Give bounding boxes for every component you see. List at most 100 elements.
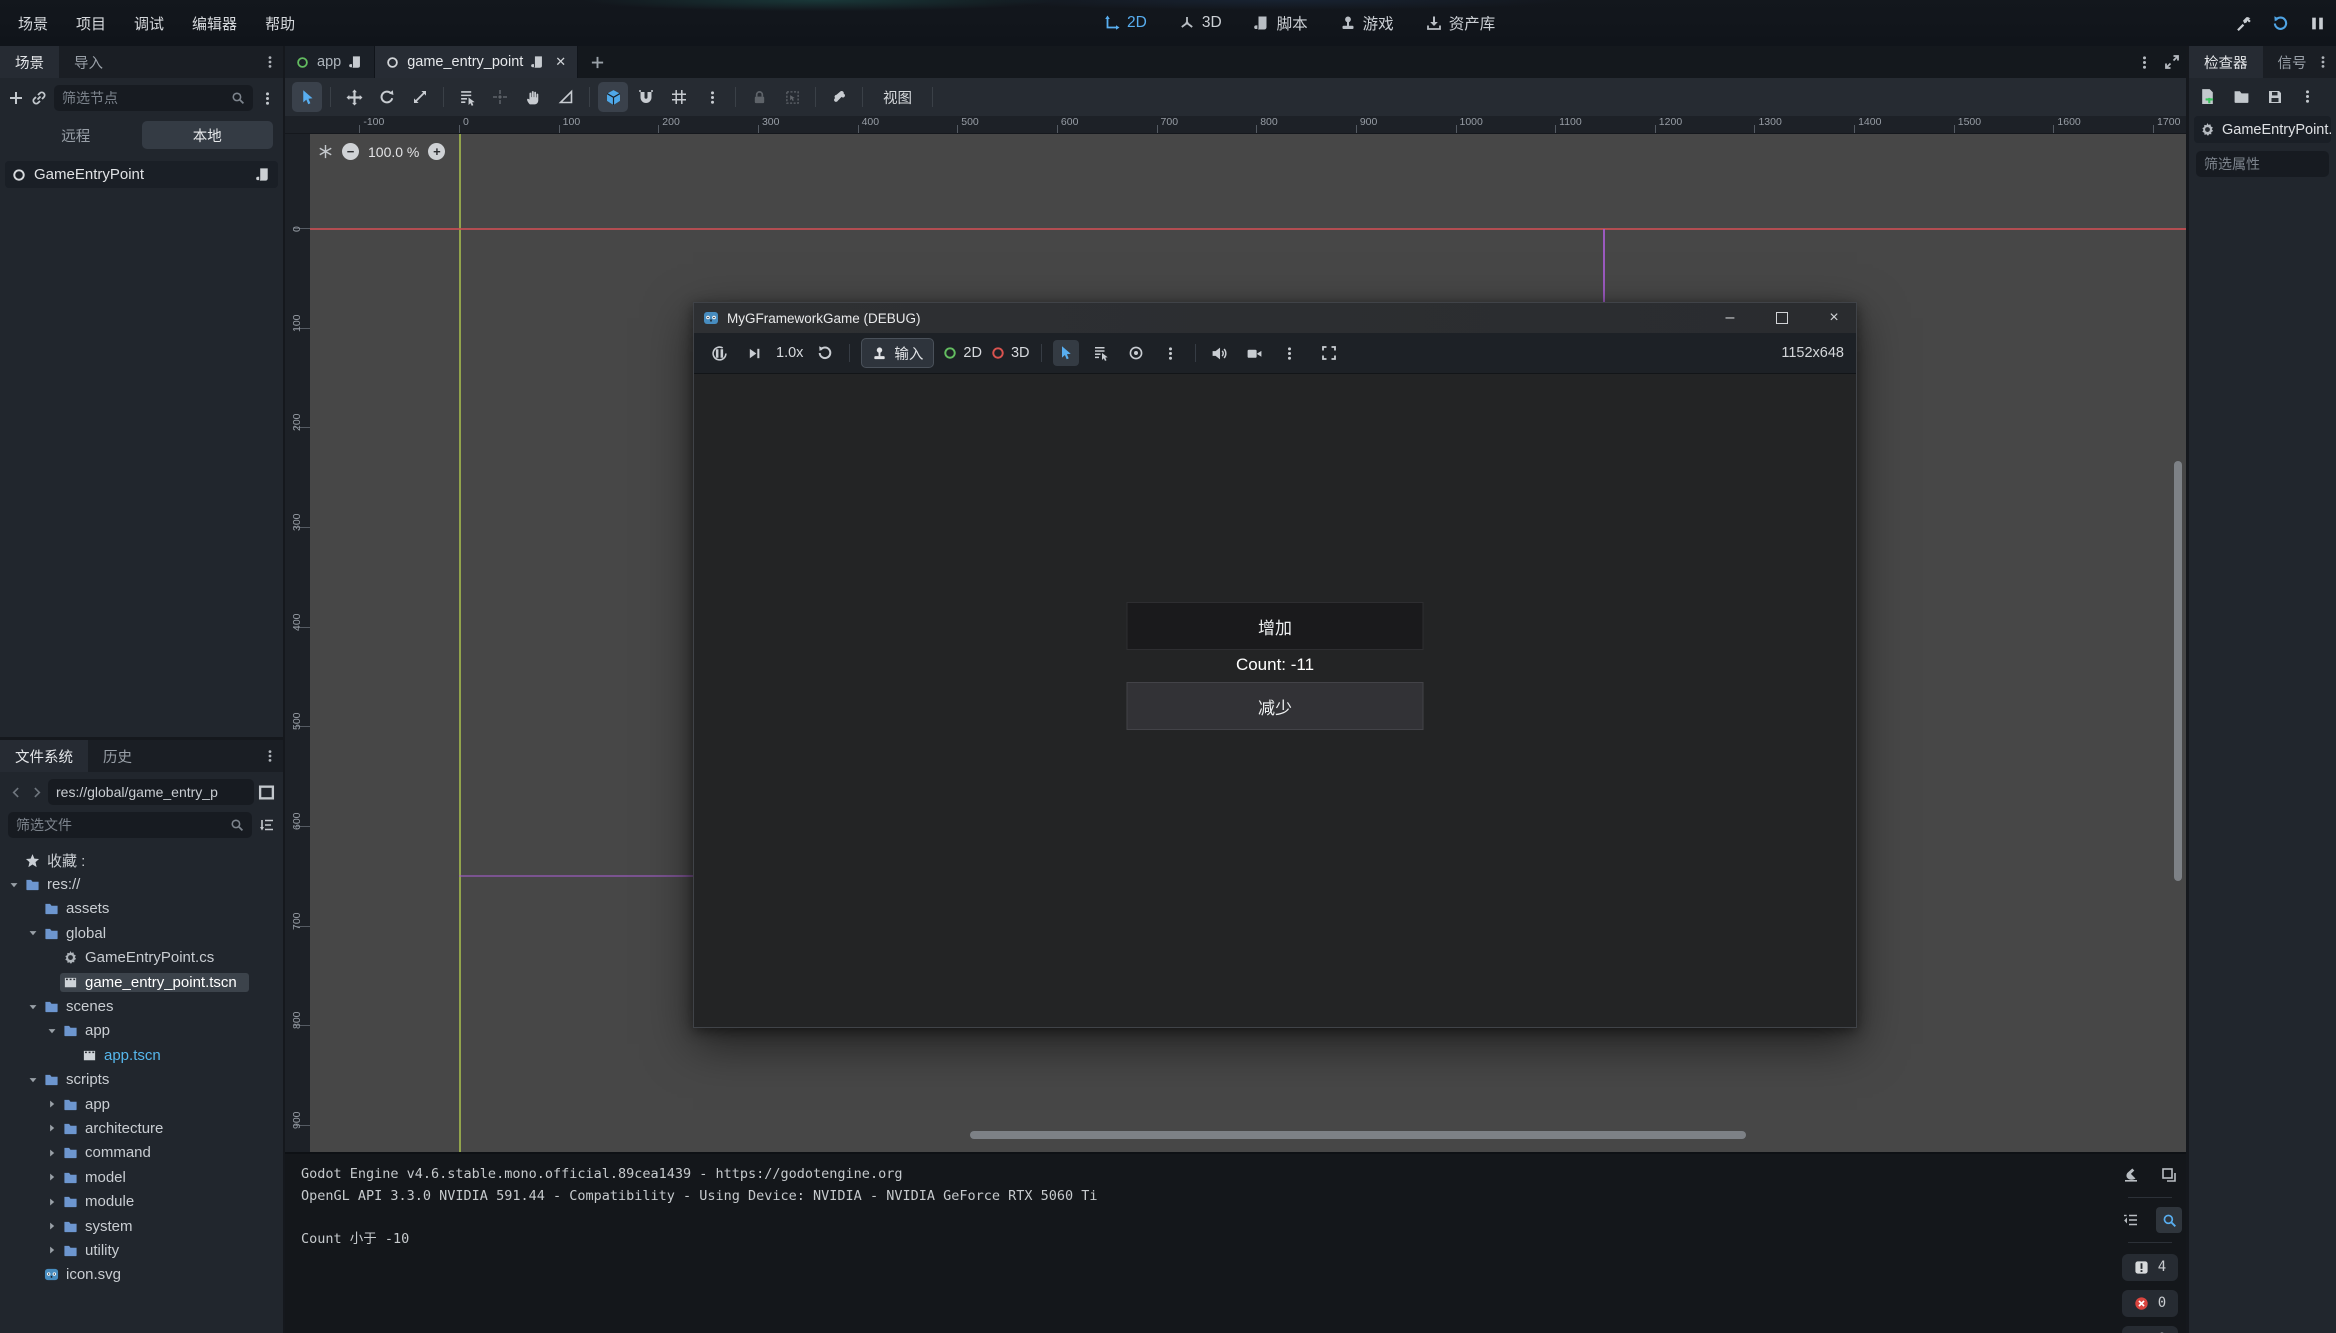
smart-snap-button[interactable] <box>631 82 661 112</box>
tree-arrow-closed-icon[interactable] <box>44 1123 60 1133</box>
next-frame-button[interactable] <box>741 340 767 366</box>
local-button[interactable]: 本地 <box>142 121 274 149</box>
filter-properties-input[interactable]: 筛选属性 <box>2196 151 2329 177</box>
close-tab-button[interactable]: ✕ <box>555 54 566 70</box>
pause-project-button[interactable] <box>2309 15 2326 32</box>
game-list-select-button[interactable] <box>1088 340 1114 366</box>
tree-arrow-open-icon[interactable] <box>6 880 22 890</box>
file-tree-item[interactable]: assets <box>0 897 283 921</box>
workspace-游戏[interactable]: 游戏 <box>1328 0 1406 46</box>
input-mode-button[interactable]: 输入 <box>861 338 934 368</box>
pick-node-button[interactable] <box>1123 340 1149 366</box>
menu-item[interactable]: 帮助 <box>251 0 309 46</box>
zoom-out-button[interactable]: − <box>342 143 359 160</box>
canvas-horizontal-scrollbar[interactable] <box>970 1131 1746 1139</box>
tab-历史[interactable]: 历史 <box>88 740 147 772</box>
tree-arrow-open-icon[interactable] <box>44 1026 60 1036</box>
increase-button[interactable]: 增加 <box>1127 602 1424 650</box>
camera-options-button[interactable] <box>1277 340 1303 366</box>
snap-asterisk-icon[interactable] <box>318 144 333 159</box>
search-output-button[interactable] <box>2156 1207 2182 1233</box>
canvas-vertical-scrollbar[interactable] <box>2174 461 2182 881</box>
speed-multiplier-button[interactable]: 1.0x <box>776 345 803 361</box>
toggle-split-mode-button[interactable] <box>258 784 275 801</box>
scale-tool-button[interactable] <box>405 82 435 112</box>
new-resource-icon[interactable] <box>2199 88 2216 105</box>
minimize-button[interactable]: – <box>1708 303 1752 333</box>
file-tree-item[interactable]: utility <box>0 1238 283 1262</box>
file-tree-item[interactable]: global <box>0 921 283 945</box>
tree-arrow-closed-icon[interactable] <box>44 1172 60 1182</box>
distraction-free-icon[interactable] <box>2164 54 2180 70</box>
camera-override-button[interactable] <box>1242 340 1268 366</box>
file-tree-item[interactable]: module <box>0 1189 283 1213</box>
new-scene-tab-button[interactable] <box>578 46 617 78</box>
tab-文件系统[interactable]: 文件系统 <box>0 740 88 772</box>
tree-arrow-closed-icon[interactable] <box>44 1245 60 1255</box>
skeleton-options-button[interactable] <box>824 82 854 112</box>
file-tree-item[interactable]: 收藏 : <box>0 848 283 872</box>
menu-item[interactable]: 编辑器 <box>178 0 251 46</box>
workspace-3d[interactable]: 3D <box>1167 0 1234 46</box>
file-tree-item[interactable]: GameEntryPoint.cs <box>0 946 283 970</box>
load-resource-folder-icon[interactable] <box>2233 88 2250 105</box>
attached-script-icon[interactable] <box>256 167 271 182</box>
instance-scene-button[interactable] <box>31 90 47 106</box>
edit-pivot-button[interactable] <box>485 82 515 112</box>
mode-3d-button[interactable]: 3D <box>991 345 1030 361</box>
file-tree-item[interactable]: scenes <box>0 994 283 1018</box>
file-tree-item[interactable]: app <box>0 1019 283 1043</box>
game-select-tool-button[interactable] <box>1053 340 1079 366</box>
scene-tab-game_entry_point[interactable]: game_entry_point✕ <box>375 46 578 78</box>
filter-files-input[interactable]: 筛选文件 <box>8 812 252 838</box>
zoom-percent-label[interactable]: 100.0 % <box>368 144 419 160</box>
file-tree-item[interactable]: game_entry_point.tscn <box>0 970 283 994</box>
tree-arrow-closed-icon[interactable] <box>44 1148 60 1158</box>
tab-场景[interactable]: 场景 <box>0 46 59 78</box>
workspace-资产库[interactable]: 资产库 <box>1414 0 1508 46</box>
collapse-duplicates-button[interactable] <box>2118 1207 2144 1233</box>
pan-tool-button[interactable] <box>518 82 548 112</box>
messages-count-badge[interactable]: 4 <box>2122 1254 2178 1281</box>
dock-menu-button[interactable] <box>2316 53 2330 71</box>
menu-dots-icon[interactable] <box>2300 89 2315 104</box>
nav-back-button[interactable] <box>8 786 24 799</box>
copy-output-button[interactable] <box>2156 1162 2182 1188</box>
restart-game-button[interactable] <box>812 340 838 366</box>
menu-item[interactable]: 项目 <box>62 0 120 46</box>
warnings-count-badge[interactable]: 0 <box>2122 1326 2178 1333</box>
scene-tree-menu-button[interactable] <box>260 91 275 106</box>
selection-options-button[interactable] <box>1158 340 1184 366</box>
snap-options-button[interactable] <box>697 82 727 112</box>
restart-project-button[interactable] <box>2272 15 2289 32</box>
tab-检查器[interactable]: 检查器 <box>2189 46 2263 78</box>
mute-audio-button[interactable] <box>1207 340 1233 366</box>
file-tree-item[interactable]: app.tscn <box>0 1043 283 1067</box>
game-window-titlebar[interactable]: MyGFrameworkGame (DEBUG) – × <box>694 303 1856 333</box>
file-tree-item[interactable]: architecture <box>0 1116 283 1140</box>
edited-object-row[interactable]: GameEntryPoint.cs <box>2194 116 2331 143</box>
dock-menu-button[interactable] <box>263 747 277 765</box>
filter-nodes-input[interactable]: 筛选节点 <box>54 85 253 111</box>
tree-arrow-closed-icon[interactable] <box>44 1221 60 1231</box>
tab-信号[interactable]: 信号 <box>2263 46 2322 78</box>
tree-arrow-open-icon[interactable] <box>25 1002 41 1012</box>
file-tree-item[interactable]: res:// <box>0 872 283 896</box>
file-tree-item[interactable]: app <box>0 1092 283 1116</box>
file-tree-item[interactable]: system <box>0 1214 283 1238</box>
close-button[interactable]: × <box>1812 303 1856 333</box>
tree-arrow-closed-icon[interactable] <box>44 1099 60 1109</box>
workspace-脚本[interactable]: 脚本 <box>1242 0 1320 46</box>
file-tree-item[interactable]: scripts <box>0 1068 283 1092</box>
maximize-button[interactable] <box>1760 303 1804 333</box>
current-path-field[interactable]: res://global/game_entry_p <box>48 779 254 805</box>
add-node-button[interactable] <box>8 90 24 106</box>
snap-toggle-button[interactable] <box>598 82 628 112</box>
grid-snap-button[interactable] <box>664 82 694 112</box>
ruler-tool-button[interactable] <box>551 82 581 112</box>
remote-button[interactable]: 远程 <box>10 121 142 149</box>
tree-arrow-closed-icon[interactable] <box>44 1197 60 1207</box>
scene-tree-root-node[interactable]: GameEntryPoint <box>5 161 278 188</box>
lock-selected-button[interactable] <box>744 82 774 112</box>
menu-item[interactable]: 调试 <box>120 0 178 46</box>
